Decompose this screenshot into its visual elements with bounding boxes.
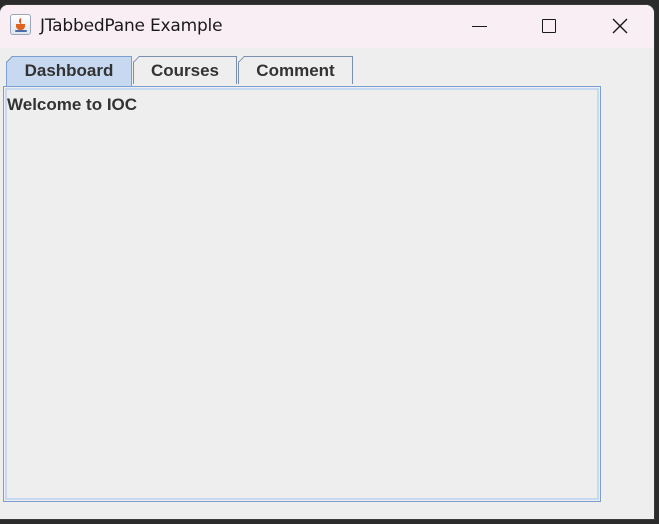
title-bar[interactable]: JTabbedPane Example [0, 5, 654, 48]
close-icon [612, 18, 628, 34]
tab-dashboard[interactable]: Dashboard [6, 56, 132, 87]
window-title: JTabbedPane Example [40, 16, 223, 36]
maximize-button[interactable] [525, 5, 571, 48]
tab-courses[interactable]: Courses [133, 56, 237, 84]
app-window: JTabbedPane Example Dashboard Courses Co… [0, 5, 654, 519]
close-button[interactable] [597, 5, 643, 48]
welcome-label: Welcome to IOC [7, 95, 138, 114]
minimize-button[interactable] [456, 5, 502, 48]
panel-inner-border [5, 88, 599, 500]
tab-content-panel: Welcome to IOC [3, 86, 601, 502]
tab-comment[interactable]: Comment [238, 56, 353, 84]
java-cup-icon[interactable] [10, 14, 31, 35]
